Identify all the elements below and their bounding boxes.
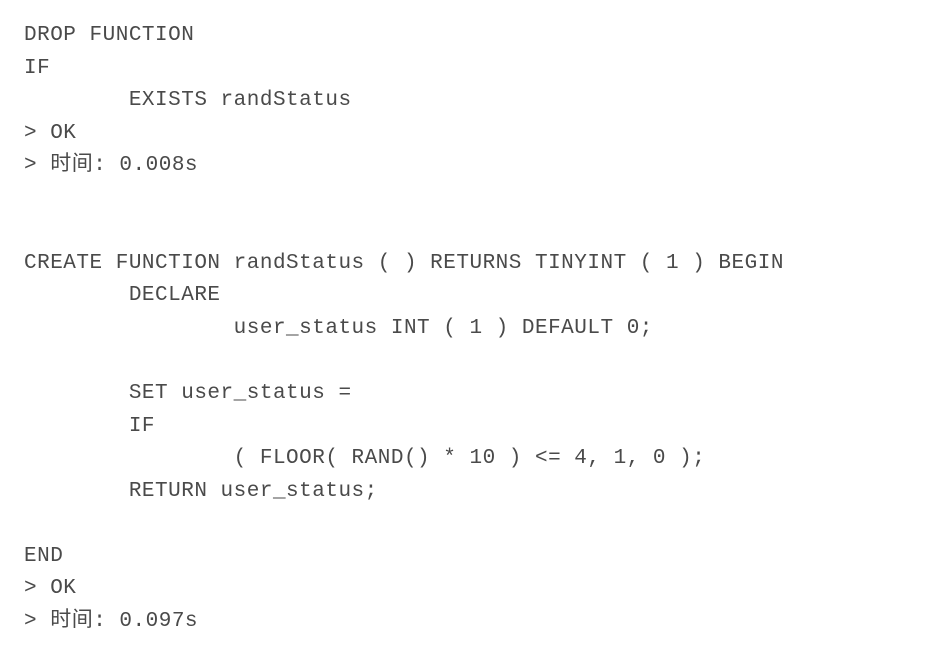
sql-statement-line: DECLARE bbox=[24, 280, 927, 313]
sql-statement-line bbox=[24, 508, 927, 541]
sql-statement-line: IF bbox=[24, 411, 927, 444]
sql-statement-line: END bbox=[24, 541, 927, 574]
sql-statement-line: user_status INT ( 1 ) DEFAULT 0; bbox=[24, 313, 927, 346]
blank-line bbox=[24, 215, 927, 248]
sql-statement-line: IF bbox=[24, 53, 927, 86]
result-status-line: > OK bbox=[24, 573, 927, 606]
sql-statement-line: DROP FUNCTION bbox=[24, 20, 927, 53]
sql-statement-line bbox=[24, 345, 927, 378]
result-time-line: > 时间: 0.097s bbox=[24, 606, 927, 639]
blank-line bbox=[24, 183, 927, 216]
result-time-line: > 时间: 0.008s bbox=[24, 150, 927, 183]
sql-output-block: DROP FUNCTION IF EXISTS randStatus > OK … bbox=[24, 20, 927, 638]
sql-statement-line: ( FLOOR( RAND() * 10 ) <= 4, 1, 0 ); bbox=[24, 443, 927, 476]
sql-statement-line: CREATE FUNCTION randStatus ( ) RETURNS T… bbox=[24, 248, 927, 281]
result-status-line: > OK bbox=[24, 118, 927, 151]
sql-statement-line: SET user_status = bbox=[24, 378, 927, 411]
sql-statement-line: EXISTS randStatus bbox=[24, 85, 927, 118]
sql-statement-line: RETURN user_status; bbox=[24, 476, 927, 509]
